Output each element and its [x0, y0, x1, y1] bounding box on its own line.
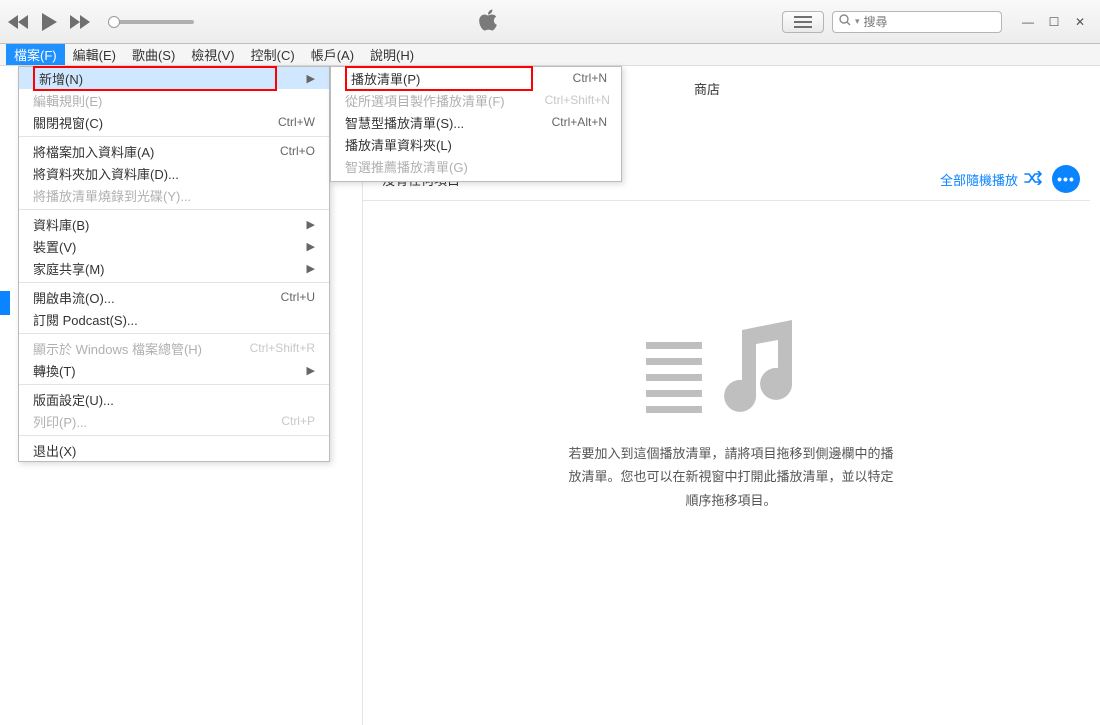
menu-item[interactable]: 新增(N)▶ [19, 67, 329, 89]
close-button[interactable]: ✕ [1068, 13, 1092, 31]
menu-item[interactable]: 退出(X) [19, 439, 329, 461]
menu-item[interactable]: 播放清單資料夾(L) [331, 133, 621, 155]
menu-item[interactable]: 關閉視窗(C)Ctrl+W [19, 111, 329, 133]
menu-item[interactable]: 版面設定(U)... [19, 388, 329, 410]
apple-logo-icon [477, 7, 499, 36]
divider [362, 200, 1090, 201]
menu-檔案(F)[interactable]: 檔案(F) [6, 44, 65, 65]
maximize-button[interactable]: ☐ [1042, 13, 1066, 31]
menu-檢視(V)[interactable]: 檢視(V) [183, 44, 242, 65]
menu-item[interactable]: 開啟串流(O)...Ctrl+U [19, 286, 329, 308]
shuffle-all-button[interactable]: 全部隨機播放 [940, 170, 1042, 189]
empty-msg-line3: 順序拖移項目。 [501, 489, 961, 512]
menu-item: 將播放清單燒錄到光碟(Y)... [19, 184, 329, 206]
chevron-right-icon: ▶ [307, 72, 315, 85]
playback-controls [8, 12, 194, 32]
menu-item[interactable]: 將資料夾加入資料庫(D)... [19, 162, 329, 184]
store-tab[interactable]: 商店 [694, 79, 720, 98]
empty-msg-line1: 若要加入到這個播放清單，請將項目拖移到側邊欄中的播 [501, 442, 961, 465]
empty-msg-line2: 放清單。您也可以在新視窗中打開此播放清單，並以特定 [501, 465, 961, 488]
menu-item[interactable]: 轉換(T)▶ [19, 359, 329, 381]
shuffle-icon [1024, 171, 1042, 188]
menu-item[interactable]: 智慧型播放清單(S)...Ctrl+Alt+N [331, 111, 621, 133]
window-toolbar: ▾ — ☐ ✕ [0, 0, 1100, 44]
menu-控制(C)[interactable]: 控制(C) [243, 44, 303, 65]
menu-說明(H)[interactable]: 說明(H) [362, 44, 422, 65]
chevron-right-icon: ▶ [307, 240, 315, 253]
menubar: 檔案(F)編輯(E)歌曲(S)檢視(V)控制(C)帳戶(A)說明(H) [0, 44, 1100, 66]
menu-item[interactable]: 裝置(V)▶ [19, 235, 329, 257]
menu-item[interactable]: 將檔案加入資料庫(A)Ctrl+O [19, 140, 329, 162]
menu-帳戶(A)[interactable]: 帳戶(A) [303, 44, 362, 65]
new-submenu-dropdown: 播放清單(P)Ctrl+N從所選項目製作播放清單(F)Ctrl+Shift+N智… [330, 66, 622, 182]
chevron-right-icon: ▶ [307, 218, 315, 231]
sidebar-selection-indicator [0, 291, 10, 315]
ellipsis-icon: ••• [1057, 171, 1075, 187]
volume-slider[interactable] [114, 20, 194, 24]
next-track-icon[interactable] [68, 14, 90, 30]
menu-item[interactable]: 訂閱 Podcast(S)... [19, 308, 329, 330]
menu-item: 從所選項目製作播放清單(F)Ctrl+Shift+N [331, 89, 621, 111]
menu-item: 列印(P)...Ctrl+P [19, 410, 329, 432]
file-menu-dropdown: 新增(N)▶編輯規則(E)關閉視窗(C)Ctrl+W 將檔案加入資料庫(A)Ctr… [18, 66, 330, 462]
chevron-down-icon: ▾ [855, 16, 860, 27]
search-input[interactable]: ▾ [832, 11, 1002, 33]
previous-track-icon[interactable] [8, 14, 30, 30]
menu-item[interactable]: 家庭共享(M)▶ [19, 257, 329, 279]
shuffle-all-label: 全部隨機播放 [940, 170, 1018, 189]
menu-item: 智選推薦播放清單(G) [331, 155, 621, 177]
playlist-empty-icon [646, 320, 816, 430]
more-actions-button[interactable]: ••• [1052, 165, 1080, 193]
menu-item[interactable]: 播放清單(P)Ctrl+N [331, 67, 621, 89]
menu-歌曲(S)[interactable]: 歌曲(S) [124, 44, 183, 65]
search-icon [839, 14, 851, 29]
menu-編輯(E)[interactable]: 編輯(E) [65, 44, 124, 65]
up-next-button[interactable] [782, 11, 824, 33]
play-icon[interactable] [40, 12, 58, 32]
chevron-right-icon: ▶ [307, 262, 315, 275]
menu-item: 顯示於 Windows 檔案總管(H)Ctrl+Shift+R [19, 337, 329, 359]
window-controls: — ☐ ✕ [1016, 13, 1092, 31]
menu-item: 編輯規則(E) [19, 89, 329, 111]
menu-item[interactable]: 資料庫(B)▶ [19, 213, 329, 235]
search-field[interactable] [864, 15, 1019, 29]
empty-playlist-state: 若要加入到這個播放清單，請將項目拖移到側邊欄中的播 放清單。您也可以在新視窗中打… [362, 320, 1100, 512]
chevron-right-icon: ▶ [307, 364, 315, 377]
minimize-button[interactable]: — [1016, 13, 1040, 31]
